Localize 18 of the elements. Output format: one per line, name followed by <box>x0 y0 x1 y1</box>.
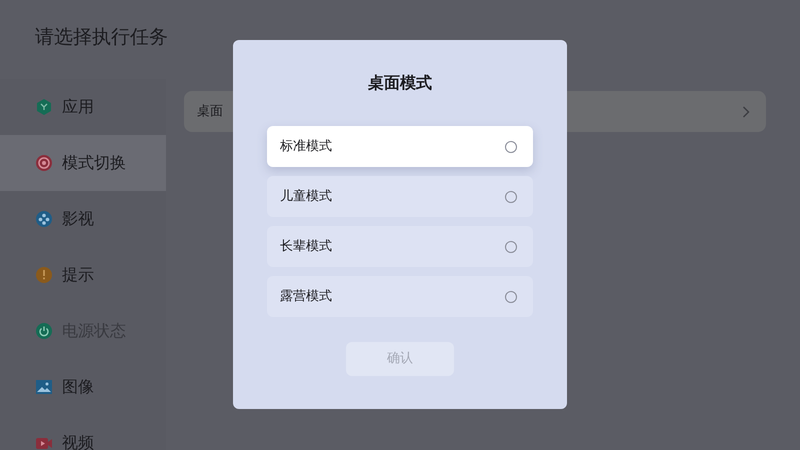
target-icon <box>35 154 53 172</box>
mode-option[interactable]: 长辈模式 <box>267 226 533 267</box>
hexagon-icon <box>35 98 53 116</box>
page-title: 请选择执行任务 <box>35 26 168 48</box>
radio-button[interactable] <box>505 140 517 152</box>
mode-option[interactable]: 露营模式 <box>267 276 533 317</box>
radio-button[interactable] <box>505 240 517 252</box>
mode-option[interactable]: 儿童模式 <box>267 176 533 217</box>
dialog-title: 桌面模式 <box>368 72 432 94</box>
mode-option[interactable]: 标准模式 <box>267 126 533 167</box>
radio-button[interactable] <box>505 190 517 202</box>
image-icon <box>35 378 53 396</box>
alert-icon <box>35 266 53 284</box>
sidebar-item[interactable]: 模式切换 <box>0 135 166 191</box>
film-reel-icon <box>35 210 53 228</box>
radio-button[interactable] <box>505 290 517 302</box>
chevron-right-icon <box>742 106 750 118</box>
power-icon <box>35 322 53 340</box>
